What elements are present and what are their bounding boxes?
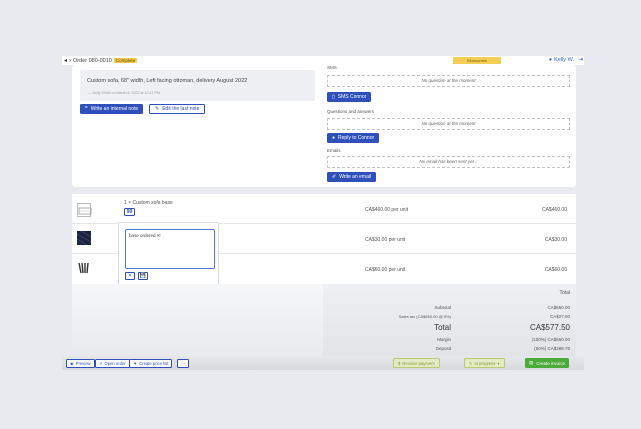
breadcrumb: ◂ › Order 080-0010 Complete — [62, 57, 138, 64]
cancel-note-button[interactable]: ✕ — [125, 272, 135, 280]
more-button[interactable]: ··· — [177, 359, 190, 368]
create-price-list-button[interactable]: ▼ Create price list — [129, 359, 173, 368]
subtotal-value: CA$550.00 — [547, 305, 570, 310]
tax-value: CA$27.50 — [549, 314, 570, 319]
margin-label: Margin — [437, 337, 451, 342]
in-progress-button[interactable]: ✎ In progress ▾ — [464, 358, 505, 368]
legs-thumbnail — [77, 261, 91, 275]
deposit-value: (50%) CA$288.75 — [534, 346, 570, 351]
total-label: Total — [434, 323, 451, 332]
logout-icon[interactable]: ⇥ — [578, 56, 583, 63]
item-note-button[interactable]: 99 — [124, 208, 135, 216]
action-bar: ◉ Preview ⇗ Open order ▼ Create price li… — [62, 356, 584, 370]
user-icon: ● — [548, 57, 553, 63]
chat-icon: ● — [332, 135, 336, 141]
item-note-popup: base ordered ✉ ✕ 💾 — [118, 222, 219, 288]
qa-empty: No question at the moment — [327, 118, 570, 130]
sms-empty: No question at the moment — [327, 75, 570, 87]
top-bar: ◂ › Order 080-0010 Complete Bluesomes ● … — [62, 56, 584, 65]
preview-button[interactable]: ◉ Preview — [66, 359, 95, 368]
status-pill[interactable]: Bluesomes — [453, 57, 501, 64]
invoice-icon: ▤ — [529, 360, 534, 365]
order-label[interactable]: Order 080-0010 — [73, 58, 112, 64]
item-title: 1 × Custom sofa base — [124, 200, 173, 206]
save-note-button[interactable]: 💾 — [138, 272, 148, 280]
item-unit-price: CA$60.00 per unit — [365, 267, 406, 273]
subtotal-label: Subtotal — [434, 305, 451, 310]
total-value: CA$577.50 — [529, 323, 570, 332]
eye-icon: ◉ — [70, 361, 74, 366]
item-total: CA$30.00 — [544, 237, 567, 243]
write-email-button[interactable]: ✐ Write an email — [327, 172, 377, 182]
sms-button[interactable]: ▯ SMS Connor — [327, 92, 372, 102]
write-internal-note-button[interactable]: ❞ Write an internal note — [80, 104, 144, 114]
summary-header: Total — [559, 290, 570, 296]
sms-label: SMS — [327, 65, 337, 70]
chevron-down-icon: ▾ — [497, 360, 500, 366]
receive-payment-button[interactable]: $ Receive payment — [393, 358, 440, 368]
internal-note: Custom sofa, 68" width, Left facing otto… — [80, 70, 315, 101]
margin-value: (100%) CA$550.00 — [531, 337, 570, 342]
phone-icon: ▯ — [332, 94, 335, 100]
reply-button[interactable]: ● Reply to Connor — [327, 133, 380, 143]
notes-communications-card: Custom sofa, 68" width, Left facing otto… — [72, 65, 576, 187]
open-order-button[interactable]: ⇗ Open order — [95, 359, 130, 368]
deposit-label: Deposit — [435, 346, 451, 351]
emails-label: Emails — [327, 148, 341, 153]
item-unit-price: CA$30.00 per unit — [365, 237, 406, 243]
quote-icon: ❞ — [85, 106, 88, 112]
dollar-icon: $ — [398, 360, 401, 366]
emails-empty: No email has been sent yet... — [327, 156, 570, 168]
edit-last-note-button[interactable]: ✎ Edit the last note — [149, 104, 206, 114]
create-invoice-button[interactable]: ▤ Create invoice — [525, 358, 570, 368]
item-unit-price: CA$460.00 per unit — [365, 207, 409, 213]
chevron-right-icon: › — [69, 57, 72, 64]
order-status-badge: Complete — [113, 58, 138, 63]
tax-label: Sales tax (CA$550.00 @ 5%) — [398, 314, 451, 319]
edit-icon: ✎ — [469, 360, 473, 366]
line-item-row[interactable]: 1 × Custom sofa base 99 CA$460.00 per un… — [72, 194, 576, 224]
tag-icon: ▼ — [133, 361, 138, 366]
item-note-textarea[interactable]: base ordered ✉ — [125, 229, 215, 269]
sofa-outline-thumbnail — [77, 203, 92, 217]
item-total: CA$60.00 — [544, 267, 567, 273]
note-text: Custom sofa, 68" width, Left facing otto… — [87, 78, 248, 84]
edit-icon: ✎ — [155, 106, 160, 112]
item-total: CA$460.00 — [541, 207, 567, 213]
fabric-thumbnail — [76, 230, 92, 246]
totals-summary: Total Subtotal CA$550.00 Sales tax (CA$5… — [323, 284, 576, 356]
pencil-icon: ✐ — [332, 174, 337, 180]
qa-label: Questions and answers — [327, 109, 375, 114]
back-icon[interactable]: ◂ — [64, 57, 67, 64]
note-meta: — Kelly White on March 8, 2022 at 12:17 … — [88, 91, 160, 95]
bottom-panel: Total Subtotal CA$550.00 Sales tax (CA$5… — [72, 284, 576, 356]
user-name: Kelly W. — [554, 57, 574, 63]
user-menu[interactable]: ● Kelly W. — [549, 57, 574, 63]
external-link-icon: ⇗ — [99, 361, 103, 366]
